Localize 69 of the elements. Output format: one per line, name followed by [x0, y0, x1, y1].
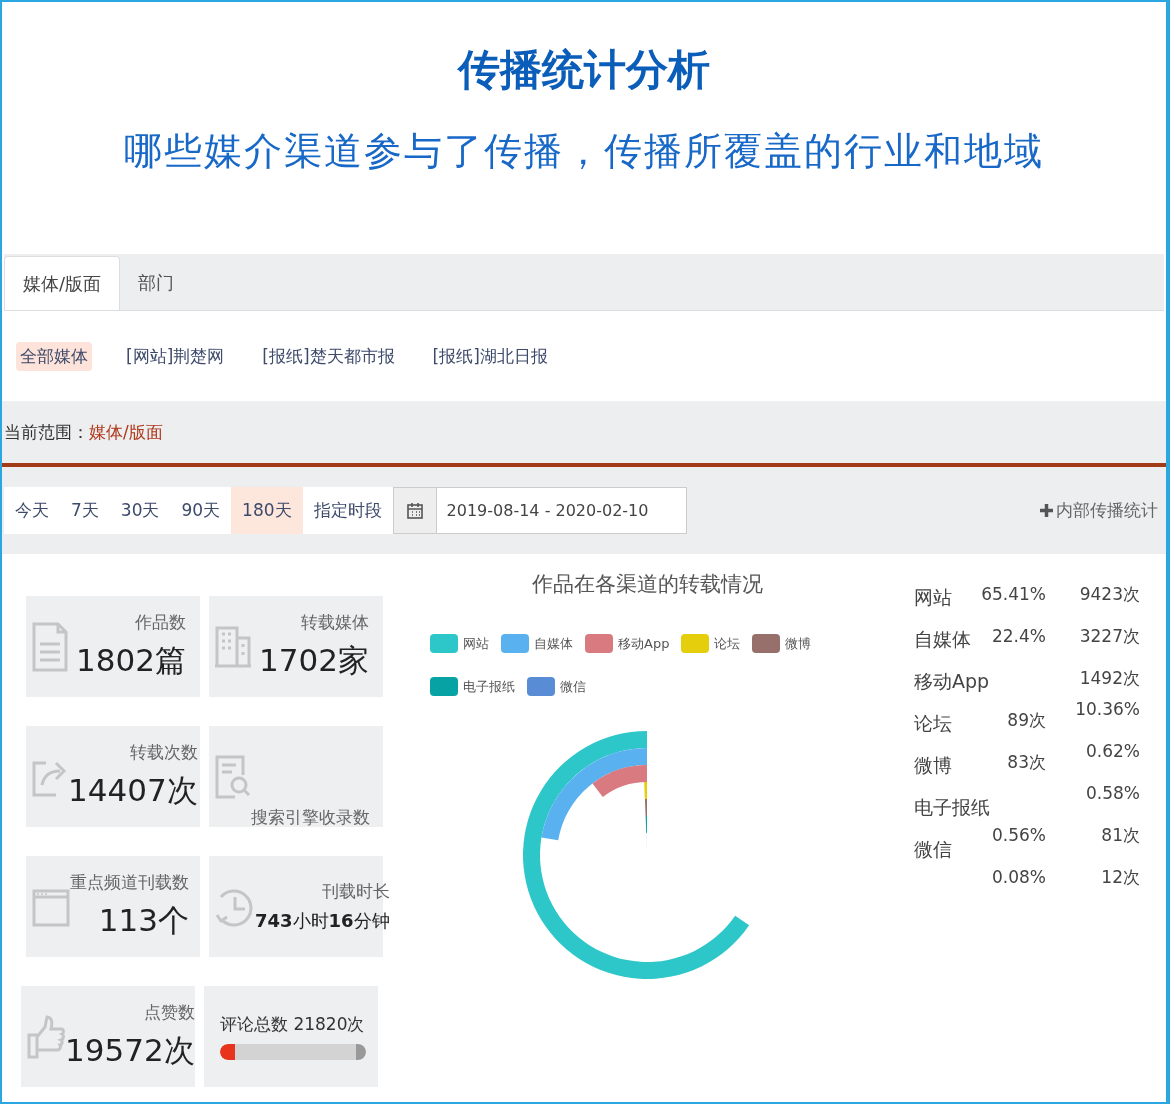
tab[interactable]: 部门 [120, 256, 193, 310]
stat-value: 113个 [98, 901, 189, 940]
plus-icon [1040, 504, 1053, 517]
time-range-button[interactable]: 180天 [231, 487, 303, 534]
channel-name: 电子报纸 [914, 795, 990, 819]
channel-name: 移动App [914, 669, 990, 693]
channel-name: 网站 [914, 585, 952, 609]
channel-share: 22.4% [992, 625, 1046, 648]
channel-share: 65.41% [981, 583, 1046, 606]
stat-label: 转载次数 [129, 741, 198, 764]
document-icon [32, 621, 68, 672]
channel-count: 81次 [1101, 824, 1140, 847]
media-filter[interactable]: [报纸]楚天都市报 [258, 341, 399, 371]
thumb-up-icon [27, 1014, 65, 1059]
legend-label: 自媒体 [534, 634, 573, 653]
stat-label: 评论总数 21820次 [220, 1013, 366, 1036]
time-range-button[interactable]: 7天 [60, 487, 110, 534]
channel-share: 0.56% [992, 824, 1046, 847]
time-range-button[interactable]: 指定时段 [302, 487, 393, 534]
stat-value: 19572次 [65, 1031, 195, 1070]
channel-count: 9423次 [1079, 583, 1140, 606]
stat-value: 1702家 [259, 641, 369, 680]
channel-count: 3227次 [1079, 625, 1140, 648]
channel-share: 0.08% [992, 866, 1046, 889]
channel-count: 89次 [1007, 709, 1046, 732]
tab[interactable]: 媒体/版面 [4, 256, 121, 310]
channel-share: 10.36% [1075, 698, 1140, 721]
legend-label: 微博 [785, 634, 812, 653]
time-range-button[interactable]: 30天 [109, 487, 171, 534]
page-title: 传播统计分析 [458, 44, 710, 96]
legend-label: 电子报纸 [463, 677, 515, 696]
channel-share: 0.62% [1086, 740, 1140, 763]
page-subtitle: 哪些媒介渠道参与了传播，传播所覆盖的行业和地域 [124, 128, 1044, 175]
stat-value: 1802篇 [76, 641, 186, 680]
channel-count: 12次 [1101, 866, 1140, 889]
legend-label: 网站 [463, 634, 489, 653]
media-filter[interactable]: 全部媒体 [16, 341, 92, 371]
stat-label: 转载媒体 [301, 611, 369, 634]
channel-name: 自媒体 [914, 627, 971, 651]
scope-value: 媒体/版面 [89, 420, 163, 444]
stat-value: 743小时16分钟 [255, 909, 390, 933]
time-range-button[interactable]: 今天 [4, 487, 60, 534]
legend-label: 论坛 [714, 634, 741, 653]
building-icon [215, 625, 251, 668]
media-filter[interactable]: [报纸]湖北日报 [428, 341, 552, 371]
channel-count: 83次 [1007, 751, 1046, 774]
chart-title: 作品在各渠道的转载情况 [531, 571, 763, 598]
channel-name: 微信 [914, 837, 952, 861]
document-search-icon [215, 754, 251, 799]
stat-label: 点赞数 [143, 1001, 195, 1024]
legend-label: 微信 [560, 677, 586, 696]
channel-share: 0.58% [1086, 782, 1140, 805]
channel-count: 1492次 [1079, 667, 1140, 690]
internal-stats-link[interactable]: 内部传播统计 [1034, 498, 1164, 523]
stat-value: 14407次 [68, 771, 198, 810]
legend-label: 移动App [618, 634, 670, 653]
stat-label: 作品数 [135, 611, 186, 634]
media-filter[interactable]: [网站]荆楚网 [122, 341, 229, 371]
stat-label: 搜索引擎收录数 [251, 806, 370, 829]
calendar-icon [406, 502, 423, 519]
calendar-button[interactable] [392, 487, 437, 534]
date-range-field[interactable]: 2019-08-14 - 2020-02-10 [436, 487, 687, 534]
time-range-button[interactable]: 90天 [170, 487, 232, 534]
stat-label: 刊载时长 [321, 880, 390, 903]
stat-label: 重点频道刊载数 [70, 871, 189, 894]
channel-name: 微博 [914, 753, 952, 777]
channel-name: 论坛 [914, 711, 952, 735]
scope-label: 当前范围： [4, 420, 89, 444]
track-end-cap [356, 1044, 366, 1060]
